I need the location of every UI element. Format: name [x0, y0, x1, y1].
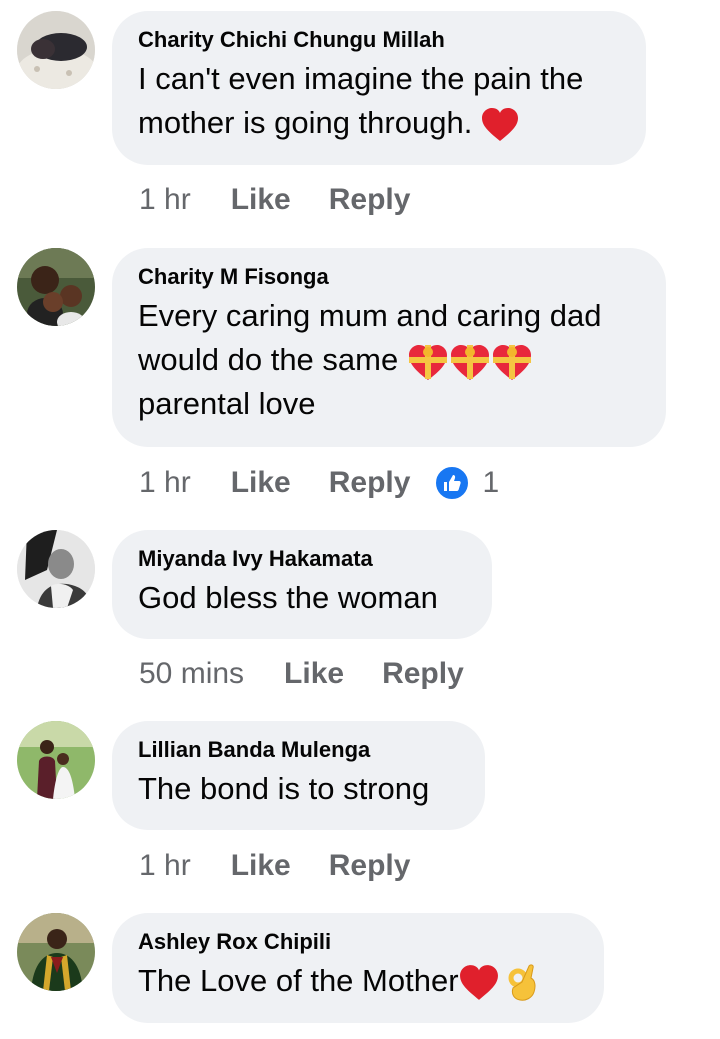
avatar[interactable] — [17, 721, 95, 799]
comment-author[interactable]: Lillian Banda Mulenga — [138, 735, 457, 765]
comment-author[interactable]: Miyanda Ivy Hakamata — [138, 544, 464, 574]
comment-text-line: would do the same — [138, 338, 638, 382]
avatar[interactable] — [17, 530, 95, 608]
comment-actions: 1 hr Like Reply — [139, 846, 448, 886]
red-heart-icon — [459, 964, 498, 1000]
heart-with-ribbon-icon — [492, 344, 531, 380]
comment-bubble: Lillian Banda Mulenga The bond is to str… — [112, 721, 485, 830]
like-button[interactable]: Like — [231, 183, 291, 217]
comment-text-line: The Love of the Mother — [138, 959, 576, 1003]
ok-hand-icon — [508, 964, 536, 1001]
comment-text-line: The bond is to strong — [138, 771, 430, 806]
heart-with-ribbon-icon — [450, 344, 489, 380]
comment-actions: 1 hr Like Reply 1 — [139, 463, 499, 503]
reply-button[interactable]: Reply — [329, 183, 411, 217]
comment-text-line: mother is going through. — [138, 101, 618, 145]
avatar[interactable] — [17, 11, 95, 89]
comment-bubble: Miyanda Ivy Hakamata God bless the woman — [112, 530, 492, 639]
comment-author[interactable]: Charity Chichi Chungu Millah — [138, 25, 618, 55]
like-button[interactable]: Like — [231, 849, 291, 883]
comment-text-line: I can't even imagine the pain the — [138, 61, 584, 96]
comment-text-line: parental love — [138, 386, 316, 421]
comment-author[interactable]: Charity M Fisonga — [138, 262, 638, 292]
comment-timestamp[interactable]: 1 hr — [139, 849, 191, 883]
comment-author[interactable]: Ashley Rox Chipili — [138, 927, 576, 957]
heart-with-ribbon-icon — [408, 344, 447, 380]
comment-bubble: Charity M Fisonga Every caring mum and c… — [112, 248, 666, 447]
reaction-summary[interactable]: 1 — [434, 465, 499, 501]
comment-actions: 1 hr Like Reply — [139, 180, 448, 220]
red-heart-icon — [481, 107, 518, 141]
comment-timestamp[interactable]: 1 hr — [139, 183, 191, 217]
comment-actions: 50 mins Like Reply — [139, 654, 502, 694]
avatar[interactable] — [17, 248, 95, 326]
reaction-count: 1 — [482, 466, 500, 499]
comment-timestamp[interactable]: 50 mins — [139, 657, 244, 691]
comment-bubble: Ashley Rox Chipili The Love of the Mothe… — [112, 913, 604, 1023]
comment-text-line: Every caring mum and caring dad — [138, 298, 602, 333]
thumbs-up-icon — [434, 465, 471, 501]
comment-bubble: Charity Chichi Chungu Millah I can't eve… — [112, 11, 646, 165]
reply-button[interactable]: Reply — [382, 657, 464, 691]
avatar[interactable] — [17, 913, 95, 991]
like-button[interactable]: Like — [284, 657, 344, 691]
comment-timestamp[interactable]: 1 hr — [139, 466, 191, 500]
reply-button[interactable]: Reply — [329, 849, 411, 883]
reply-button[interactable]: Reply — [329, 466, 411, 500]
comment-text-line: God bless the woman — [138, 580, 438, 615]
like-button[interactable]: Like — [231, 466, 291, 500]
